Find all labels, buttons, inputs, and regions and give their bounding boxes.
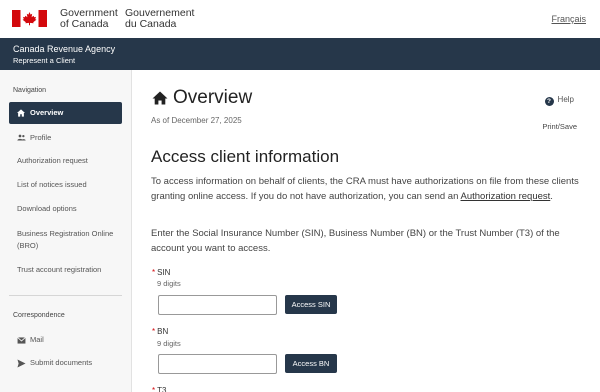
send-icon: [17, 359, 26, 368]
access-sin-button[interactable]: Access SIN: [285, 295, 337, 314]
main-content: Overview ? Help As of December 27, 2025 P…: [132, 70, 600, 392]
sidebar-item-trust-account[interactable]: Trust account registration: [17, 265, 130, 274]
sidebar-item-download-options[interactable]: Download options: [17, 204, 130, 213]
t3-label: * T3: [152, 386, 167, 392]
sin-label: * SIN: [152, 268, 171, 277]
navigation-heading: Navigation: [13, 87, 47, 94]
instruction-paragraph: Enter the Social Insurance Number (SIN),…: [151, 228, 560, 254]
language-toggle-link[interactable]: Français: [551, 14, 586, 24]
page-title: Overview: [173, 87, 253, 108]
agency-title: Canada Revenue Agency: [13, 44, 116, 54]
sidebar-item-authorization-request[interactable]: Authorization request: [17, 156, 130, 165]
agency-banner: Canada Revenue Agency Represent a Client: [0, 38, 600, 70]
sidebar-item-label: Profile: [30, 133, 52, 142]
sidebar-item-profile[interactable]: Profile: [9, 131, 122, 145]
sidebar-item-overview[interactable]: Overview: [9, 102, 122, 124]
people-icon: [17, 134, 26, 141]
government-header: Government of Canada Gouvernement du Can…: [0, 0, 600, 38]
bn-input[interactable]: [158, 354, 277, 374]
as-of-date: As of December 27, 2025: [151, 116, 242, 125]
sidebar-item-list-of-notices[interactable]: List of notices issued: [17, 180, 130, 189]
sidebar-item-label: Mail: [30, 335, 44, 344]
help-link[interactable]: ? Help: [544, 95, 574, 106]
sidebar-divider: [9, 295, 122, 296]
sidebar-item-business-registration[interactable]: Business Registration Online (BRO): [17, 228, 130, 252]
sidebar-item-label: Submit documents: [30, 358, 93, 367]
government-name-french: Gouvernement du Canada: [125, 7, 195, 30]
sin-input[interactable]: [158, 295, 277, 315]
bn-hint: 9 digits: [157, 339, 181, 348]
sidebar-item-label: Overview: [30, 108, 64, 117]
print-save-link[interactable]: Print/Save: [542, 122, 577, 131]
agency-subtitle: Represent a Client: [13, 56, 76, 65]
sin-hint: 9 digits: [157, 279, 181, 288]
correspondence-heading: Correspondence: [13, 312, 65, 319]
government-name-english: Government of Canada: [60, 7, 118, 30]
sidebar-navigation: Navigation Overview Profile Authorizatio…: [0, 70, 132, 392]
sidebar-item-submit-documents[interactable]: Submit documents: [9, 358, 122, 370]
mail-icon: [17, 337, 26, 344]
canada-flag-icon: [12, 10, 47, 27]
home-icon: [17, 109, 25, 117]
help-icon: ?: [544, 97, 554, 106]
intro-paragraph: To access information on behalf of clien…: [151, 176, 579, 202]
home-icon: [152, 91, 168, 105]
sidebar-item-mail[interactable]: Mail: [9, 335, 122, 347]
section-title: Access client information: [151, 147, 340, 166]
authorization-request-link[interactable]: Authorization request: [461, 191, 551, 202]
bn-label: * BN: [152, 327, 169, 336]
access-bn-button[interactable]: Access BN: [285, 354, 337, 373]
